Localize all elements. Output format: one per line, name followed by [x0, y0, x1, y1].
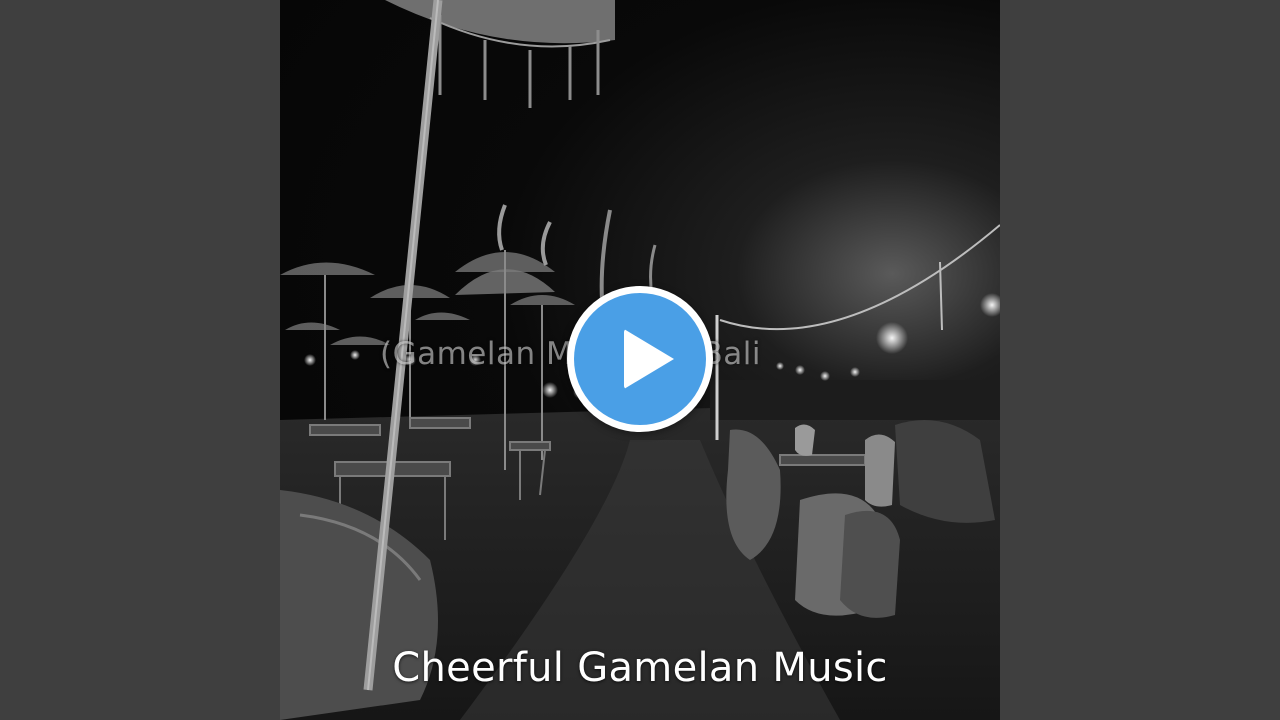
play-button[interactable] [567, 286, 713, 432]
play-icon[interactable] [624, 329, 674, 389]
play-button-circle[interactable] [574, 293, 706, 425]
cover-title: Cheerful Gamelan Music [392, 645, 888, 691]
video-player[interactable]: (Gamelan Music for Bali Cheerful Gamelan… [0, 0, 1280, 720]
